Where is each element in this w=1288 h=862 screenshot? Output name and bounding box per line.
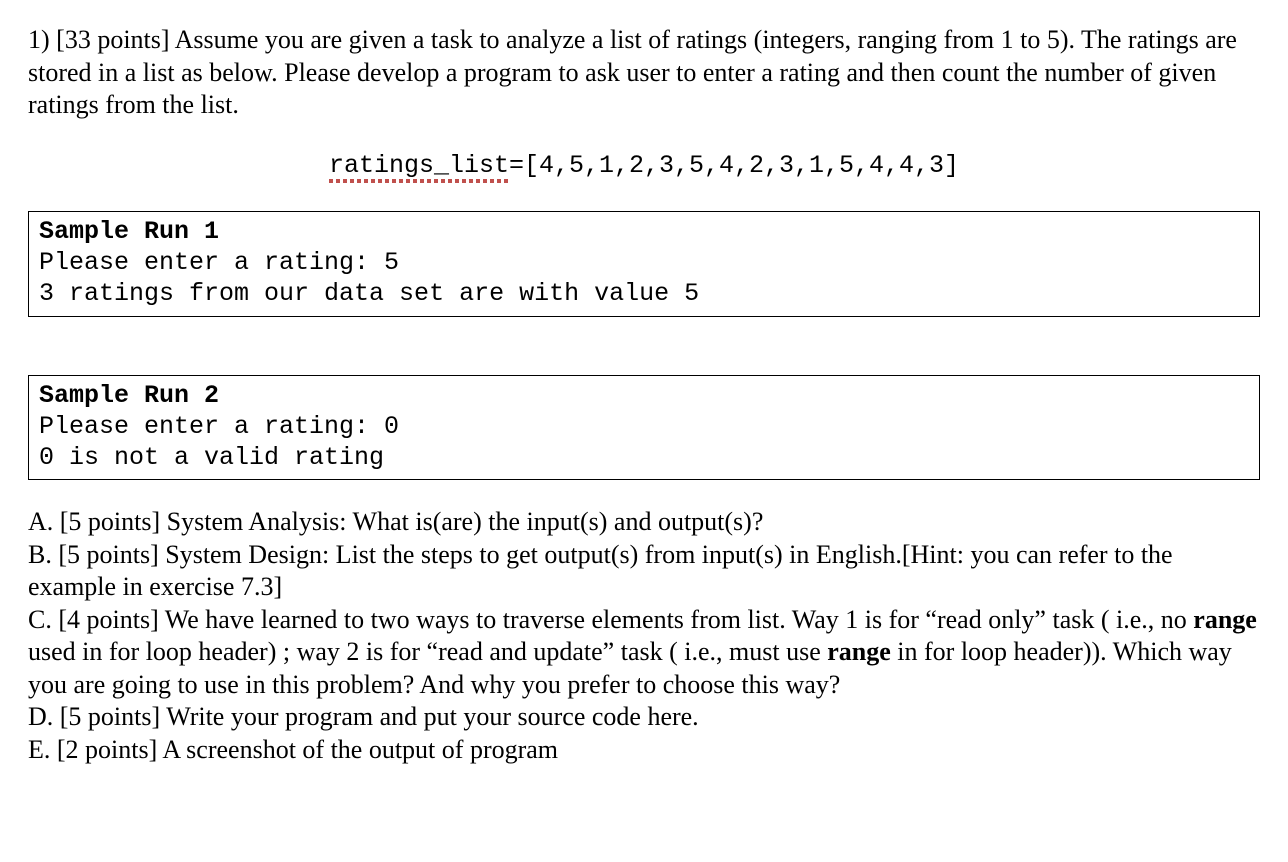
part-a-text: System Analysis: What is(are) the input(… [160,507,763,536]
question-number-points: 1) [33 points] [28,25,170,54]
part-c-seg1: We have learned to two ways to traverse … [159,605,1194,634]
part-c-range-2: range [827,637,891,666]
ratings-variable-name: ratings_list [329,150,509,181]
ratings-list-literal: =[4,5,1,2,3,5,4,2,3,1,5,4,4,3] [509,151,959,180]
sample-run-2-line-1: Please enter a rating: 0 [39,411,1249,442]
question-body: Assume you are given a task to analyze a… [28,25,1237,119]
part-b-text: System Design: List the steps to get out… [28,540,1173,602]
sample-run-2-title: Sample Run 2 [39,380,1249,411]
part-d: D. [5 points] Write your program and put… [28,701,1260,734]
part-e-text: A screenshot of the output of program [157,735,558,764]
part-b-prefix: B. [5 points] [28,540,159,569]
part-a: A. [5 points] System Analysis: What is(a… [28,506,1260,539]
sample-run-2-box: Sample Run 2 Please enter a rating: 0 0 … [28,375,1260,481]
part-b: B. [5 points] System Design: List the st… [28,539,1260,604]
part-e-prefix: E. [2 points] [28,735,157,764]
ratings-code-line: ratings_list=[4,5,1,2,3,5,4,2,3,1,5,4,4,… [28,150,1260,181]
sample-run-1-line-2: 3 ratings from our data set are with val… [39,278,1249,309]
part-c: C. [4 points] We have learned to two way… [28,604,1260,702]
part-d-text: Write your program and put your source c… [160,702,699,731]
part-c-prefix: C. [4 points] [28,605,159,634]
sample-run-1-box: Sample Run 1 Please enter a rating: 5 3 … [28,211,1260,317]
sample-run-2-line-2: 0 is not a valid rating [39,442,1249,473]
subparts-list: A. [5 points] System Analysis: What is(a… [28,506,1260,766]
sample-run-1-title: Sample Run 1 [39,216,1249,247]
part-e: E. [2 points] A screenshot of the output… [28,734,1260,767]
part-d-prefix: D. [5 points] [28,702,160,731]
part-c-range-1: range [1193,605,1257,634]
sample-run-1-line-1: Please enter a rating: 5 [39,247,1249,278]
question-statement: 1) [33 points] Assume you are given a ta… [28,24,1260,122]
part-c-seg2: used in for loop header) ; way 2 is for … [28,637,827,666]
part-a-prefix: A. [5 points] [28,507,160,536]
